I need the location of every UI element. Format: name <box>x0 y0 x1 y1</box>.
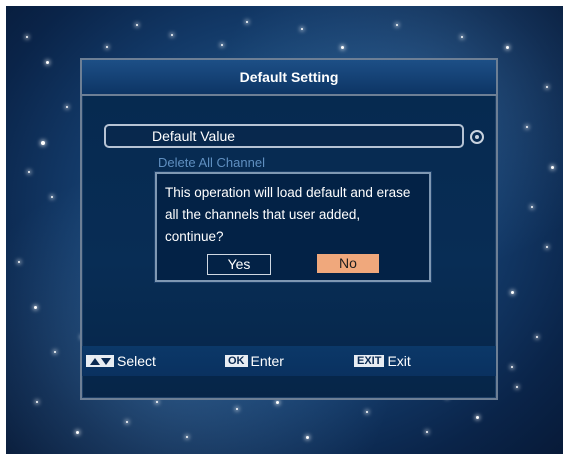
star <box>51 196 53 198</box>
dialog-message: This operation will load default and era… <box>165 185 411 244</box>
star <box>246 21 248 23</box>
star <box>526 126 528 128</box>
hint-select: Select <box>86 352 156 370</box>
menu-item-default-value[interactable]: Default Value <box>104 124 464 148</box>
radio-selected-icon <box>470 130 484 144</box>
star <box>546 86 548 88</box>
star <box>106 46 108 48</box>
star <box>186 436 188 438</box>
hint-select-label: Select <box>117 353 156 369</box>
exit-key-icon: EXIT <box>354 355 385 367</box>
menu-item-delete-all-channel[interactable]: Delete All Channel <box>158 153 265 173</box>
star <box>461 36 463 38</box>
ok-key-icon: OK <box>225 355 248 367</box>
star <box>136 24 138 26</box>
star <box>46 61 49 64</box>
hint-exit-label: Exit <box>387 353 411 369</box>
star <box>426 431 428 433</box>
star <box>26 36 28 38</box>
star <box>236 408 238 410</box>
star <box>306 436 309 439</box>
hint-enter-label: Enter <box>250 353 284 369</box>
star <box>476 416 479 419</box>
star <box>18 261 20 263</box>
footer-hints: Select OK Enter EXIT Exit <box>82 346 496 376</box>
hint-enter: OK Enter <box>225 352 284 370</box>
star <box>531 206 533 208</box>
star <box>341 46 344 49</box>
menu-item-label: Default Value <box>152 128 236 144</box>
star <box>516 386 518 388</box>
yes-button[interactable]: Yes <box>207 254 271 275</box>
star <box>301 28 303 30</box>
star <box>506 46 509 49</box>
star <box>536 336 538 338</box>
star <box>156 401 158 403</box>
star <box>36 401 38 403</box>
star <box>511 366 513 368</box>
star <box>551 166 554 169</box>
star <box>221 44 223 46</box>
star <box>28 171 30 173</box>
star <box>511 291 514 294</box>
page-title: Default Setting <box>82 60 496 96</box>
hint-exit: EXIT Exit <box>354 352 411 370</box>
up-down-arrows-icon <box>86 355 114 367</box>
star <box>34 306 37 309</box>
star <box>54 351 56 353</box>
star <box>66 106 68 108</box>
star <box>76 431 79 434</box>
star <box>171 34 173 36</box>
star <box>126 421 128 423</box>
no-button[interactable]: No <box>317 254 379 273</box>
tv-screen: Default Setting Default Value Delete All… <box>6 6 563 454</box>
confirm-dialog: This operation will load default and era… <box>155 172 431 282</box>
settings-panel: Default Setting Default Value Delete All… <box>80 58 498 400</box>
star <box>41 141 45 145</box>
star <box>396 24 398 26</box>
star <box>546 246 548 248</box>
star <box>366 411 368 413</box>
star <box>276 401 279 404</box>
